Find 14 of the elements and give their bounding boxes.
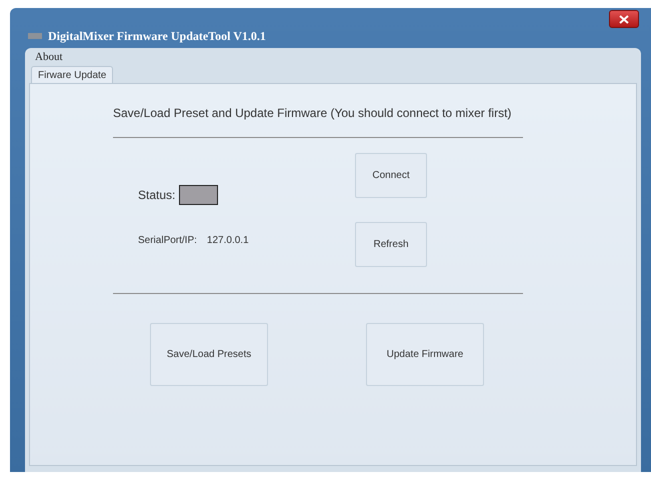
status-label: Status: [138, 188, 176, 202]
instruction-text: Save/Load Preset and Update Firmware (You should connect to mixer first) [113, 106, 512, 120]
connect-button[interactable]: Connect [355, 153, 427, 198]
close-button[interactable] [609, 10, 639, 28]
close-icon [619, 14, 629, 24]
serial-port-label: SerialPort/IP: [138, 235, 197, 246]
menu-item[interactable]: About [35, 51, 62, 63]
app-icon [28, 33, 42, 39]
window-title: DigitalMixer Firmware UpdateTool V1.0.1 [48, 28, 266, 44]
tab[interactable]: Firware Update [31, 66, 114, 84]
serial-port-value: 127.0.0.1 [206, 235, 249, 246]
action-button[interactable]: Update Firmware [366, 323, 484, 386]
refresh-button[interactable]: Refresh [355, 222, 427, 267]
action-button[interactable]: Save/Load Presets [150, 323, 268, 386]
